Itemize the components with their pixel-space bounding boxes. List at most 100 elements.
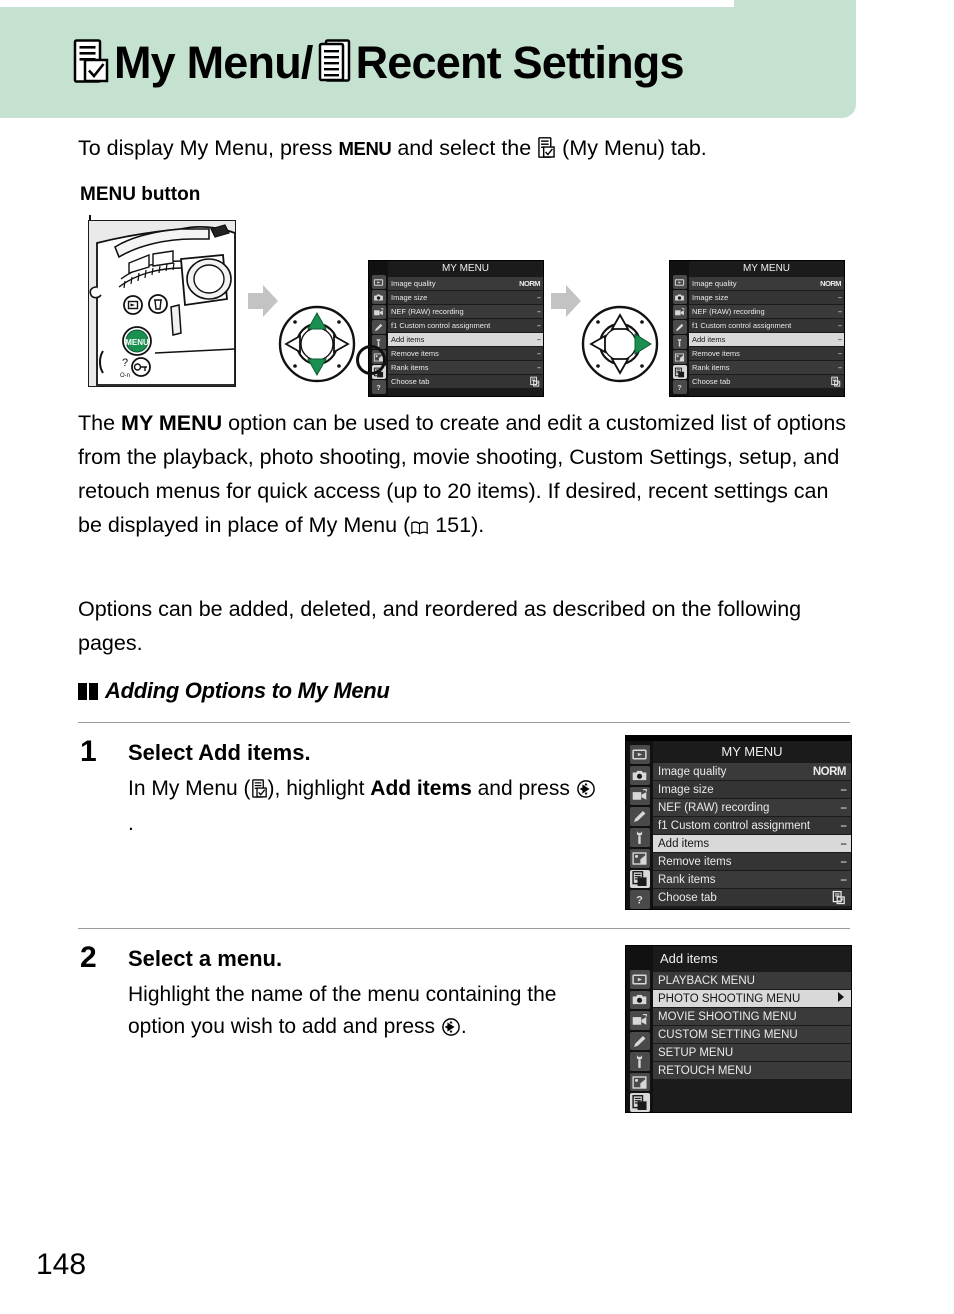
lcd-row-value [830, 376, 842, 388]
lcd-row-label: Remove items [692, 349, 740, 358]
svg-text:MENU: MENU [125, 338, 149, 347]
lcd-row-value: -- [838, 349, 842, 358]
lcd-row[interactable]: Add items -- [388, 333, 543, 347]
lcd-row[interactable]: f1 Custom control assignment -- [653, 817, 851, 835]
lcd-row[interactable]: Choose tab [388, 375, 543, 389]
playback-icon[interactable] [629, 970, 650, 989]
help-icon[interactable]: ? [371, 380, 386, 394]
lcd-row[interactable]: Image quality NORM [689, 277, 844, 291]
lcd-row[interactable]: NEF (RAW) recording -- [689, 305, 844, 319]
svg-text:?: ? [636, 894, 643, 906]
lcd-row[interactable]: NEF (RAW) recording -- [388, 305, 543, 319]
lcd-row-label: NEF (RAW) recording [658, 801, 770, 814]
lcd-row[interactable]: Remove items -- [689, 347, 844, 361]
page-title-text-2: Recent Settings [355, 37, 685, 88]
playback-icon[interactable] [629, 745, 650, 764]
custom-settings-icon[interactable] [371, 320, 386, 334]
playback-icon[interactable] [672, 275, 687, 289]
lcd-row[interactable]: RETOUCH MENU [653, 1062, 851, 1080]
lcd-row[interactable]: CUSTOM SETTING MENU [653, 1026, 851, 1044]
step-1-title-b: . [304, 740, 311, 765]
step-2-body-a: Highlight the name of the menu containin… [128, 983, 557, 1038]
movie-shooting-icon[interactable] [629, 786, 650, 806]
multi-selector-right-icon [576, 776, 595, 808]
lcd-row-label: RETOUCH MENU [658, 1064, 752, 1077]
lcd-row[interactable]: Image size -- [388, 291, 543, 305]
lcd-row[interactable]: NEF (RAW) recording -- [653, 799, 851, 817]
menu-key-label: MENU [338, 138, 392, 159]
lcd-row[interactable]: f1 Custom control assignment -- [689, 319, 844, 333]
lcd-row[interactable]: PHOTO SHOOTING MENU [653, 990, 851, 1008]
lcd-title: Add items [660, 951, 718, 966]
retouch-icon[interactable] [629, 1072, 650, 1092]
lcd-row[interactable]: f1 Custom control assignment -- [388, 319, 543, 333]
my-menu-icon[interactable] [629, 869, 650, 889]
section-divider-2 [78, 928, 850, 929]
help-icon[interactable]: ? [672, 380, 687, 394]
lcd-row[interactable]: Image size -- [653, 781, 851, 799]
lcd-row[interactable]: Image size -- [689, 291, 844, 305]
section-heading: Adding Options to My Menu [78, 678, 390, 704]
help-icon[interactable]: ? [629, 890, 650, 909]
lcd-row[interactable]: Image quality NORM [653, 763, 851, 781]
lcd-row-value: -- [537, 307, 541, 316]
lcd-row[interactable]: Rank items -- [388, 361, 543, 375]
my-menu-icon[interactable] [629, 1093, 650, 1113]
setup-icon[interactable] [672, 335, 687, 349]
lcd-title: MY MENU [742, 263, 791, 274]
lcd-title: MY MENU [441, 263, 490, 274]
lcd-row-value: -- [838, 335, 842, 344]
movie-shooting-icon[interactable] [371, 305, 386, 319]
photo-shooting-icon[interactable] [629, 765, 650, 785]
step-1-body-c: and press [471, 777, 576, 800]
step-1-body: In My Menu ( ), highlight Add items and … [128, 773, 598, 840]
step-2-body-d: . [460, 1015, 467, 1038]
para1-text-a: The [78, 411, 122, 435]
lcd-row[interactable]: Rank items -- [689, 361, 844, 375]
setup-icon[interactable] [629, 1052, 650, 1071]
lcd-row-value: -- [840, 873, 847, 886]
lcd-row[interactable]: PLAYBACK MENU [653, 972, 851, 990]
custom-settings-icon[interactable] [672, 320, 687, 334]
photo-shooting-icon[interactable] [672, 290, 687, 304]
lcd-row-value: NORM [820, 279, 841, 288]
lcd-row-label: Remove items [658, 855, 732, 868]
movie-shooting-icon[interactable] [629, 1011, 650, 1030]
lcd-row-value: -- [838, 321, 842, 330]
setup-icon[interactable] [629, 828, 650, 847]
photo-shooting-icon[interactable] [371, 290, 386, 304]
menu-button-caption: MENU button [80, 184, 201, 205]
lcd-row[interactable]: Choose tab [689, 375, 844, 389]
lcd-row-label: f1 Custom control assignment [692, 321, 792, 330]
lcd-row[interactable]: SETUP MENU [653, 1044, 851, 1062]
photo-shooting-icon[interactable] [629, 990, 650, 1010]
para1-page-ref: 151 [435, 513, 472, 537]
step-1-title-bold: Add items [198, 740, 305, 765]
lcd-row[interactable]: MOVIE SHOOTING MENU [653, 1008, 851, 1026]
lcd-row-value: -- [838, 293, 842, 302]
lcd-row-value: -- [840, 783, 847, 796]
lcd-row-label: Add items [391, 335, 425, 344]
step-1-body-d: . [128, 812, 134, 835]
lcd-row-label: Choose tab [658, 891, 717, 904]
lcd-row[interactable]: Image quality NORM [388, 277, 543, 291]
custom-settings-icon[interactable] [629, 1031, 650, 1051]
section-divider-1 [78, 722, 850, 723]
movie-shooting-icon[interactable] [672, 305, 687, 319]
lcd-row[interactable]: Add items -- [653, 835, 851, 853]
custom-settings-icon[interactable] [629, 807, 650, 826]
lcd-row[interactable]: Remove items -- [388, 347, 543, 361]
page-title: My Menu/ Recent Settings [73, 37, 684, 94]
lcd-row-label: MOVIE SHOOTING MENU [658, 1010, 797, 1023]
retouch-icon[interactable] [672, 350, 687, 364]
lcd-row[interactable]: Rank items -- [653, 871, 851, 889]
lcd-row[interactable]: Choose tab [653, 889, 851, 907]
lcd-row[interactable]: Add items -- [689, 333, 844, 347]
my-menu-icon[interactable] [672, 365, 687, 379]
body-paragraph-1: The MY MENU option can be used to create… [78, 406, 850, 545]
lcd-row-value: -- [537, 335, 541, 344]
retouch-icon[interactable] [629, 848, 650, 868]
playback-icon[interactable] [371, 275, 386, 289]
lcd-row[interactable]: Remove items -- [653, 853, 851, 871]
svg-text:?: ? [122, 357, 128, 369]
